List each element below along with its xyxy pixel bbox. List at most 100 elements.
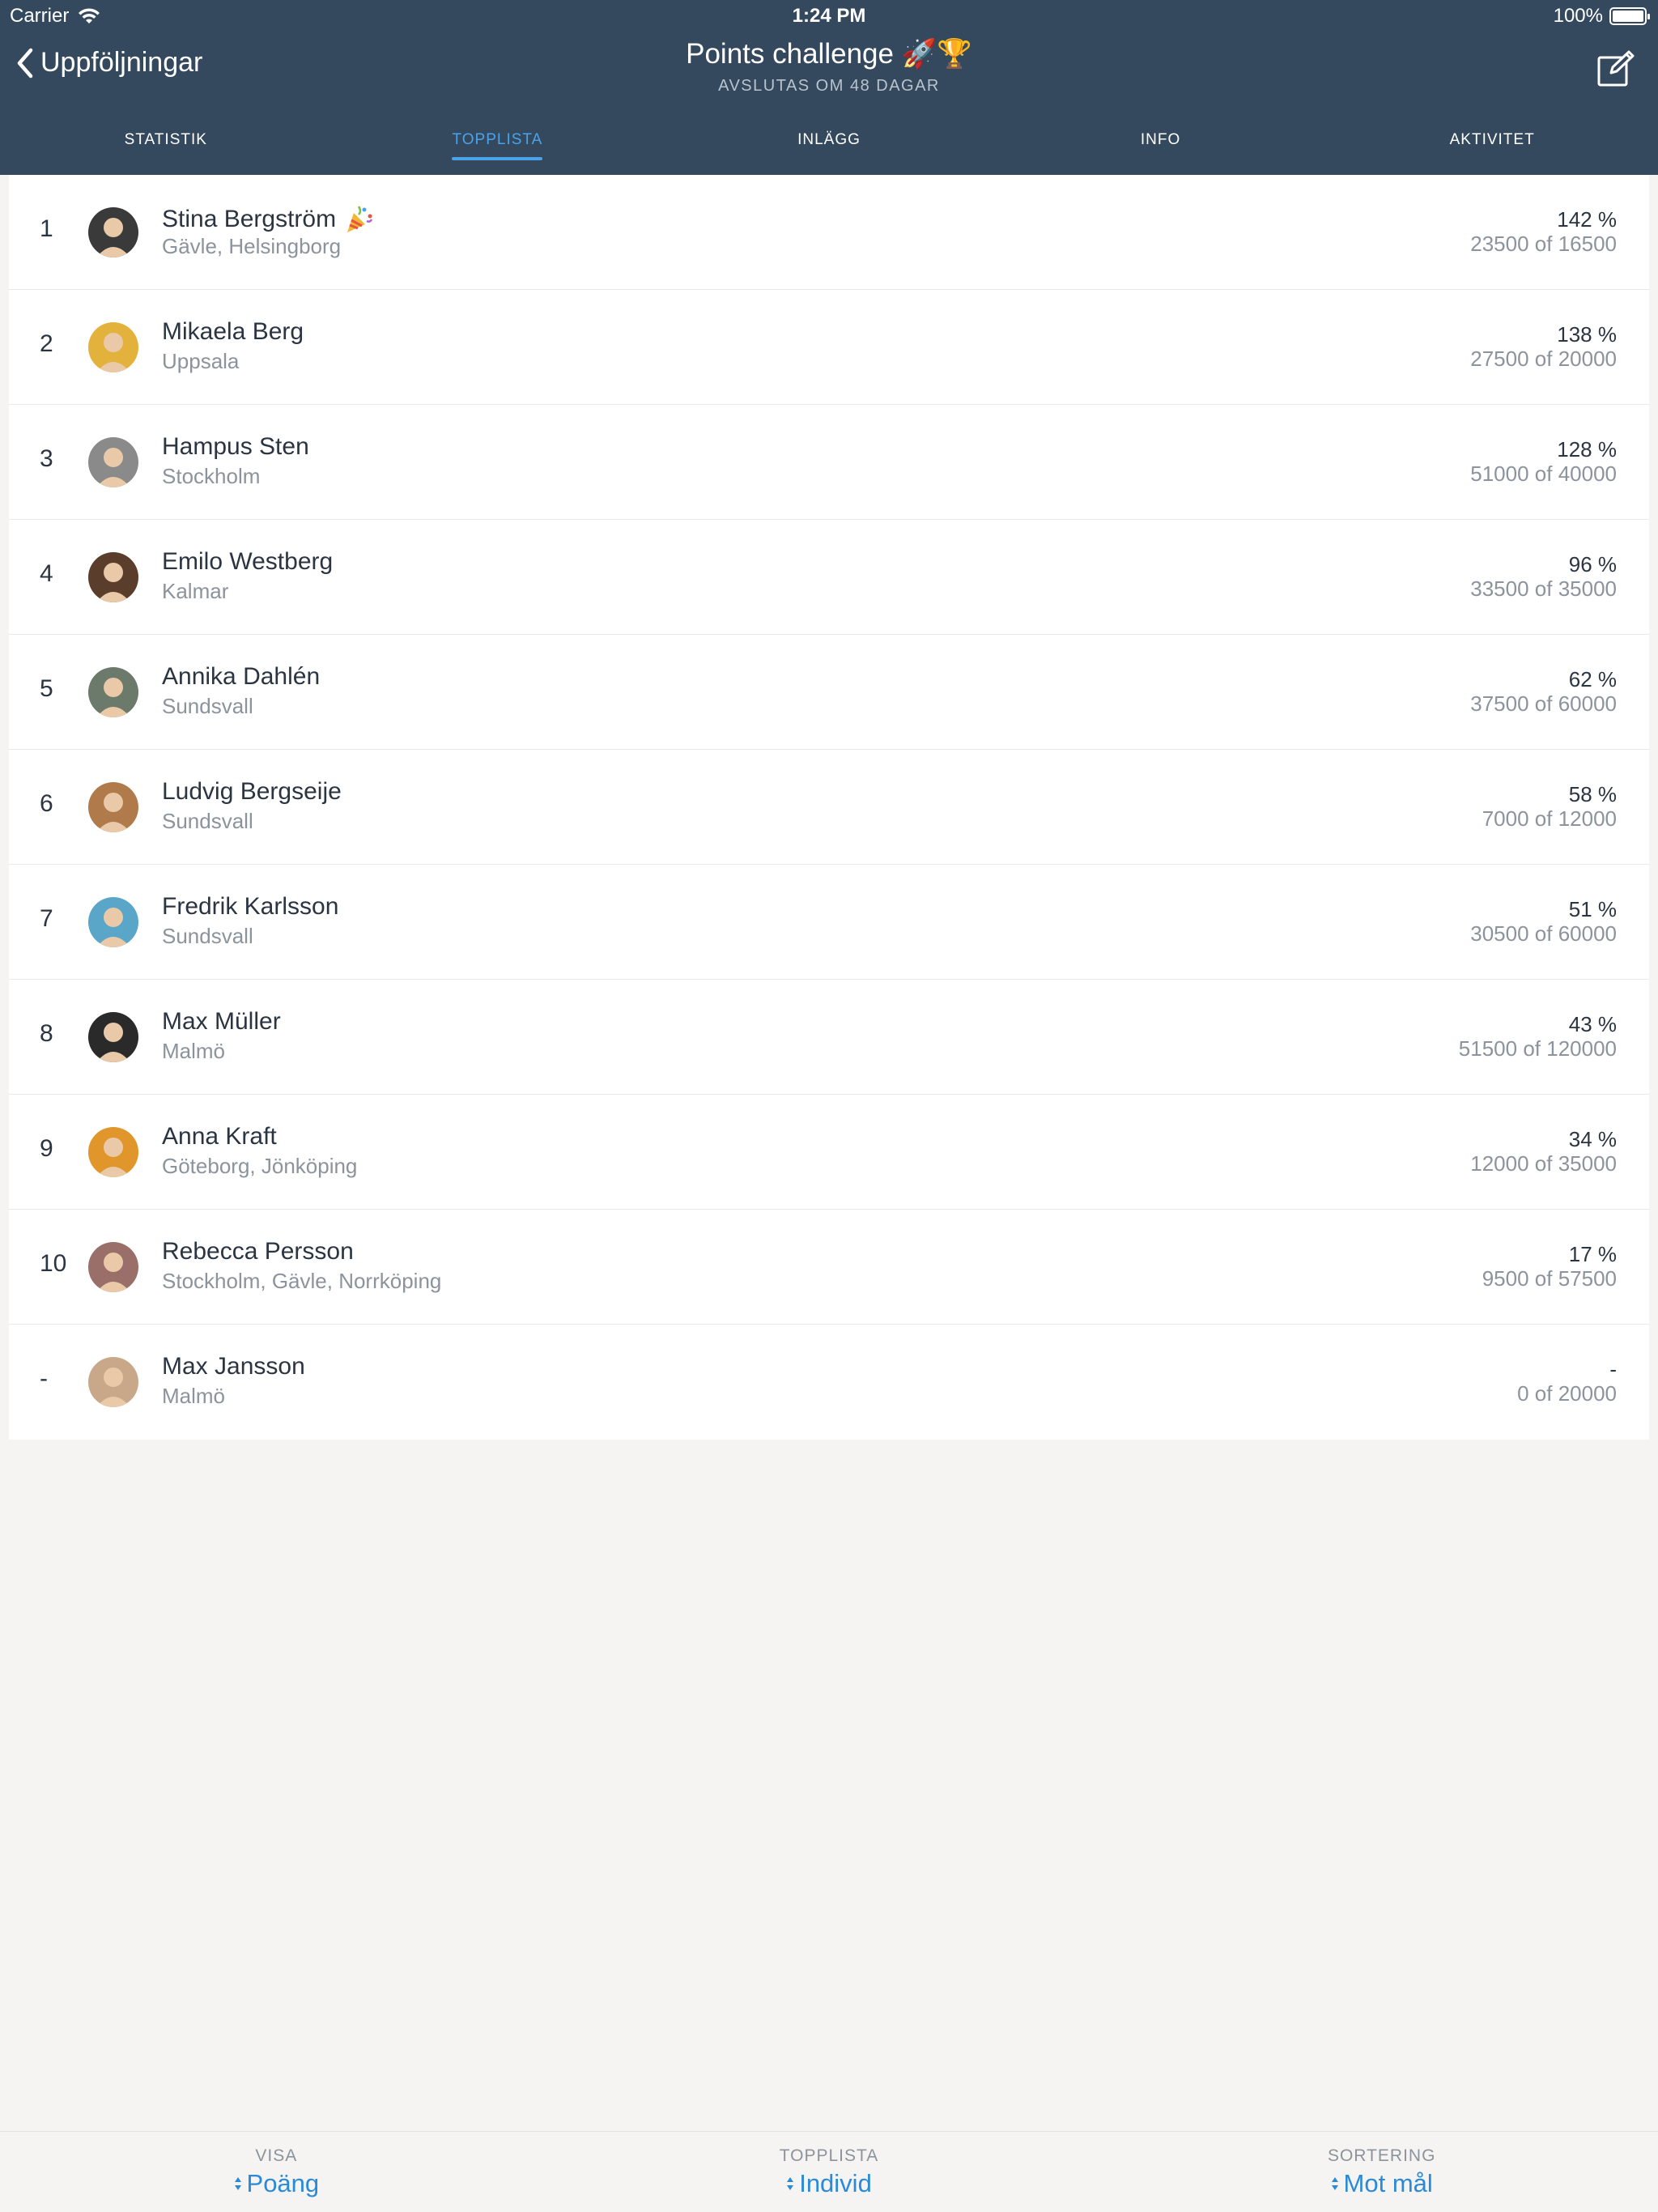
leaderboard-row[interactable]: 7 Fredrik Karlsson Sundsvall 51 % 30500 of 6…: [9, 865, 1649, 980]
goal-progress: 37500 of 60000: [1470, 691, 1617, 716]
participant-name-text: Hampus Sten: [162, 433, 309, 460]
goal-percent: -: [1609, 1357, 1617, 1381]
filter-value: Mot mål: [1105, 2169, 1658, 2198]
avatar: [88, 322, 138, 372]
participant-location: Sundsvall: [162, 809, 253, 833]
avatar: [88, 782, 138, 832]
rank: 1: [40, 215, 53, 242]
battery-percent: 100%: [1553, 5, 1603, 27]
goal-progress: 9500 of 57500: [1482, 1266, 1617, 1291]
avatar: [88, 897, 138, 947]
filter-value: Poäng: [0, 2169, 553, 2198]
tab-topplista[interactable]: TOPPLISTA: [332, 121, 664, 175]
leaderboard-row[interactable]: 3 Hampus Sten Stockholm 128 % 51000 of 40000: [9, 405, 1649, 520]
filter-value: Individ: [553, 2169, 1106, 2198]
compose-icon[interactable]: [1596, 50, 1635, 87]
person-avatar-icon: [88, 667, 138, 717]
leaderboard-row[interactable]: 9 Anna Kraft Göteborg, Jönköping 34 % 12000 …: [9, 1095, 1649, 1210]
tab-label: AKTIVITET: [1449, 131, 1535, 148]
navigation-header: Carrier 1:24 PM 100% Uppföljningar Point…: [0, 0, 1658, 175]
participant-name: Emilo Westberg: [162, 548, 333, 576]
goal-progress: 27500 of 20000: [1470, 347, 1617, 371]
tab-aktivitet[interactable]: AKTIVITET: [1326, 121, 1658, 175]
status-battery: 100%: [1553, 5, 1650, 28]
person-avatar-icon: [88, 782, 138, 832]
filter-value-text: Mot mål: [1343, 2169, 1433, 2197]
page-title: Points challenge 🚀🏆: [686, 38, 972, 70]
participant-location: Gävle, Helsingborg: [162, 234, 342, 258]
tab-bar: STATISTIK TOPPLISTA INLÄGG INFO AKTIVITE…: [0, 121, 1658, 175]
leaderboard-row[interactable]: 6 Ludvig Bergseije Sundsvall 58 % 7000 of 12…: [9, 750, 1649, 865]
participant-location: Kalmar: [162, 579, 229, 603]
active-tab-indicator: [452, 157, 543, 160]
person-avatar-icon: [88, 1242, 138, 1292]
status-bar: Carrier 1:24 PM 100%: [0, 0, 1658, 32]
goal-percent: 34 %: [1568, 1127, 1617, 1151]
goal-percent: 128 %: [1557, 437, 1617, 462]
participant-location: Göteborg, Jönköping: [162, 1154, 358, 1178]
participant-name-text: Emilo Westberg: [162, 548, 334, 575]
participant-name-text: Stina Bergström: [162, 206, 337, 232]
tab-inlagg[interactable]: INLÄGG: [663, 121, 995, 175]
filter-label: TOPPLISTA: [779, 2146, 879, 2165]
rank: 6: [40, 790, 53, 817]
sort-arrows-icon: [787, 2177, 794, 2190]
participant-name-text: Max Jansson: [162, 1353, 305, 1380]
rank: 10: [40, 1250, 67, 1277]
participant-location: Sundsvall: [162, 694, 253, 718]
filter-visa[interactable]: VISA Poäng: [0, 2132, 553, 2212]
goal-percent: 142 %: [1557, 207, 1617, 232]
avatar: [88, 437, 138, 487]
person-avatar-icon: [88, 1012, 138, 1062]
page-subtitle: AVSLUTAS OM 48 DAGAR: [718, 77, 940, 95]
goal-progress: 51000 of 40000: [1470, 462, 1617, 486]
leaderboard-row[interactable]: 4 Emilo Westberg Kalmar 96 % 33500 of 35000: [9, 520, 1649, 635]
rank: 2: [40, 330, 53, 357]
rank: 5: [40, 675, 53, 702]
tab-statistik[interactable]: STATISTIK: [0, 121, 332, 175]
battery-icon: [1609, 7, 1650, 25]
participant-location: Stockholm: [162, 464, 261, 488]
filter-sortering[interactable]: SORTERING Mot mål: [1105, 2132, 1658, 2212]
leaderboard-row[interactable]: 5 Annika Dahlén Sundsvall 62 % 37500 of 6000…: [9, 635, 1649, 750]
person-avatar-icon: [88, 1127, 138, 1177]
participant-location: Malmö: [162, 1384, 226, 1408]
avatar: [88, 1242, 138, 1292]
goal-progress: 51500 of 120000: [1458, 1036, 1617, 1061]
tab-label: TOPPLISTA: [452, 131, 543, 148]
participant-name-text: Ludvig Bergseije: [162, 778, 342, 805]
leaderboard-row[interactable]: 2 Mikaela Berg Uppsala 138 % 27500 of 20000: [9, 290, 1649, 405]
avatar: [88, 207, 138, 257]
participant-name: Annika Dahlén: [162, 663, 320, 691]
party-popper-icon: [347, 206, 373, 232]
person-avatar-icon: [88, 1357, 138, 1407]
leaderboard-row[interactable]: 10 Rebecca Persson Stockholm, Gävle, Norrk…: [9, 1210, 1649, 1325]
filter-value-text: Individ: [799, 2169, 872, 2197]
participant-name-text: Rebecca Persson: [162, 1238, 354, 1265]
goal-progress: 12000 of 35000: [1470, 1151, 1617, 1176]
tab-info[interactable]: INFO: [995, 121, 1327, 175]
filter-topplista[interactable]: TOPPLISTA Individ: [553, 2132, 1106, 2212]
avatar: [88, 667, 138, 717]
tab-label: INLÄGG: [797, 131, 861, 148]
participant-name-text: Fredrik Karlsson: [162, 893, 339, 920]
rank: 9: [40, 1135, 53, 1162]
person-avatar-icon: [88, 437, 138, 487]
leaderboard-row[interactable]: 8 Max Müller Malmö 43 % 51500 of 120000: [9, 980, 1649, 1095]
leaderboard-row[interactable]: - Max Jansson Malmö -0 of 20000: [9, 1325, 1649, 1440]
filter-label: SORTERING: [1327, 2146, 1436, 2165]
sort-arrows-icon: [1331, 2177, 1338, 2190]
person-avatar-icon: [88, 322, 138, 372]
participant-name-text: Max Müller: [162, 1008, 281, 1035]
filter-label: VISA: [255, 2146, 298, 2165]
participant-name: Stina Bergström: [162, 203, 375, 236]
participant-location: Malmö: [162, 1039, 226, 1063]
bottom-filter-bar: VISA Poäng TOPPLISTA Individ SORTERING M…: [0, 2131, 1658, 2212]
goal-percent: 17 %: [1568, 1242, 1617, 1266]
tab-label: STATISTIK: [124, 131, 207, 148]
avatar: [88, 552, 138, 602]
rank: -: [40, 1365, 48, 1392]
goal-progress: 7000 of 12000: [1482, 806, 1617, 831]
participant-name: Fredrik Karlsson: [162, 893, 338, 921]
leaderboard-row[interactable]: 1 Stina Bergström Gävle, Helsingborg 142 % 2…: [9, 175, 1649, 290]
